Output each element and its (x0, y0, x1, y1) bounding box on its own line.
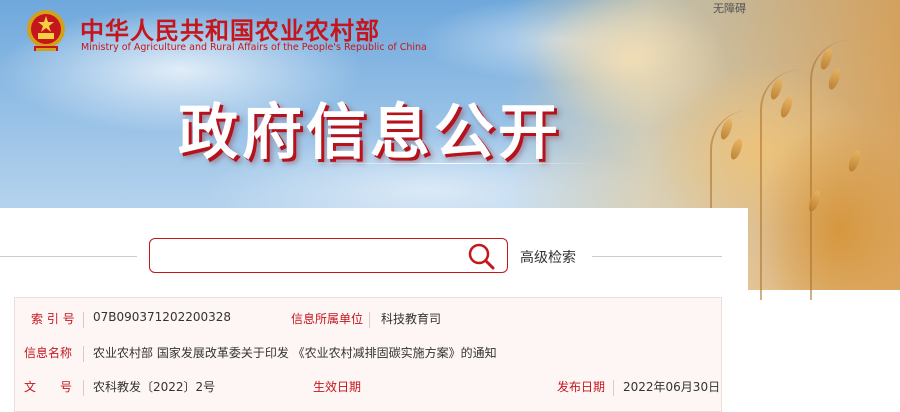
info-row-index: 索 引 号 07B090371202200328 信息所属单位 科技教育司 (15, 310, 723, 340)
info-row-doc: 文 号 农科教发〔2022〕2号 生效日期 发布日期 2022年06月30日 (15, 378, 723, 408)
document-info-table: 索 引 号 07B090371202200328 信息所属单位 科技教育司 信息… (14, 297, 722, 412)
doc-number-label: 文 号 (24, 380, 73, 394)
title-underline (300, 163, 600, 164)
advanced-search-link[interactable]: 高级检索 (520, 247, 576, 267)
ministry-name-cn: 中华人民共和国农业农村部 (80, 17, 380, 45)
search-divider-right (592, 256, 722, 257)
info-name-value: 农业农村部 国家发展改革委关于印发 《农业农村减排固碳实施方案》的通知 (93, 346, 497, 360)
info-name-label: 信息名称 (24, 346, 73, 360)
national-emblem-icon (27, 10, 65, 51)
info-row-name: 信息名称 农业农村部 国家发展改革委关于印发 《农业农村减排固碳实施方案》的通知 (15, 344, 723, 374)
search-icon[interactable] (465, 240, 499, 272)
publish-date-value: 2022年06月30日 (623, 380, 721, 394)
ministry-name-en: Ministry of Agriculture and Rural Affair… (81, 42, 427, 53)
search-box[interactable] (149, 238, 508, 273)
unit-value: 科技教育司 (381, 312, 442, 326)
search-divider-left (0, 256, 137, 257)
search-input[interactable] (160, 245, 464, 269)
doc-number-value: 农科教发〔2022〕2号 (93, 380, 216, 394)
accessibility-link[interactable]: 无障碍 (713, 0, 746, 16)
page-title: 政府信息公开 (178, 98, 562, 168)
publish-date-label: 发布日期 (557, 380, 606, 394)
effective-date-label: 生效日期 (313, 380, 362, 394)
index-number-label: 索 引 号 (31, 312, 75, 326)
unit-label: 信息所属单位 (291, 312, 364, 326)
index-number-value: 07B090371202200328 (93, 310, 232, 324)
